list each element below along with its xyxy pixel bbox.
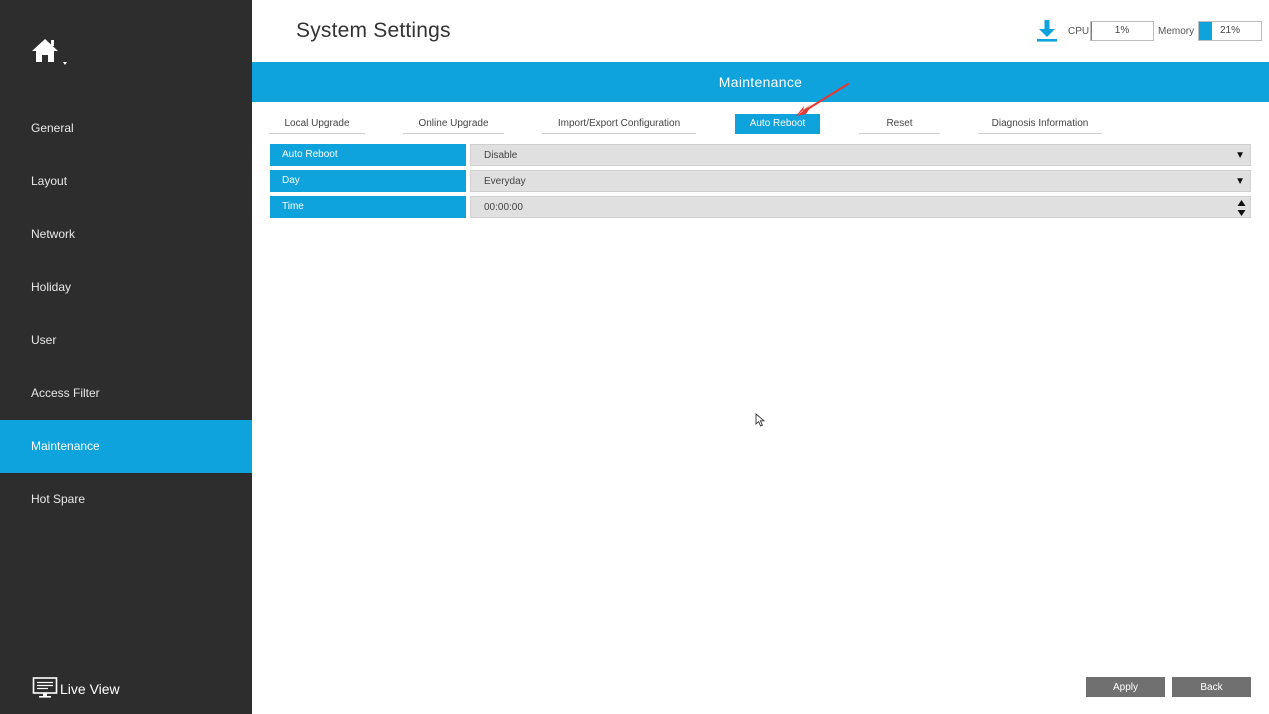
tab-online-upgrade[interactable]: Online Upgrade	[403, 114, 504, 134]
apply-button[interactable]: Apply	[1086, 677, 1165, 697]
live-view-button[interactable]: Live View	[32, 676, 120, 702]
cpu-usage-meter: 1%	[1090, 21, 1154, 41]
mouse-pointer-icon	[755, 413, 766, 427]
home-icon[interactable]	[30, 36, 74, 70]
live-view-label: Live View	[60, 681, 120, 697]
time-spinner[interactable]: 00:00:00	[470, 196, 1251, 218]
tab-auto-reboot[interactable]: Auto Reboot	[735, 114, 820, 134]
sidebar-item-user[interactable]: User	[0, 314, 252, 367]
monitor-icon	[32, 676, 60, 703]
memory-value: 21%	[1219, 25, 1240, 36]
cpu-value: 1%	[1114, 25, 1130, 36]
spinner-arrows-icon[interactable]	[1237, 198, 1246, 218]
time-value: 00:00:00	[484, 202, 523, 213]
sidebar-item-network[interactable]: Network	[0, 208, 252, 261]
day-value: Everyday	[484, 176, 526, 187]
section-banner: Maintenance	[252, 62, 1269, 102]
auto-reboot-select[interactable]: Disable ▼	[470, 144, 1251, 166]
tab-import-export-configuration[interactable]: Import/Export Configuration	[542, 114, 696, 134]
cpu-usage-fill	[1091, 22, 1092, 40]
day-label: Day	[270, 170, 466, 192]
auto-reboot-value: Disable	[484, 150, 518, 161]
tab-diagnosis-information[interactable]: Diagnosis Information	[978, 114, 1102, 134]
download-icon[interactable]	[1036, 19, 1058, 43]
sidebar-item-layout[interactable]: Layout	[0, 155, 252, 208]
back-button[interactable]: Back	[1172, 677, 1251, 697]
memory-usage-fill	[1199, 22, 1213, 40]
cpu-label: CPU	[1068, 26, 1090, 37]
sidebar-item-general[interactable]: General	[0, 102, 252, 155]
sidebar-item-maintenance[interactable]: Maintenance	[0, 420, 252, 473]
memory-label: Memory	[1158, 26, 1195, 37]
day-select[interactable]: Everyday ▼	[470, 170, 1251, 192]
tab-reset[interactable]: Reset	[859, 114, 940, 134]
caret-down-icon: ▼	[1235, 150, 1245, 161]
time-label: Time	[270, 196, 466, 218]
page-title: System Settings	[296, 19, 451, 42]
sidebar-item-holiday[interactable]: Holiday	[0, 261, 252, 314]
caret-down-icon: ▼	[1235, 176, 1245, 187]
sidebar: General Layout Network Holiday User Acce…	[0, 0, 252, 714]
memory-usage-meter: 21%	[1198, 21, 1262, 41]
auto-reboot-label: Auto Reboot	[270, 144, 466, 166]
sidebar-item-hot-spare[interactable]: Hot Spare	[0, 473, 252, 526]
tab-local-upgrade[interactable]: Local Upgrade	[269, 114, 365, 134]
sidebar-item-access-filter[interactable]: Access Filter	[0, 367, 252, 420]
